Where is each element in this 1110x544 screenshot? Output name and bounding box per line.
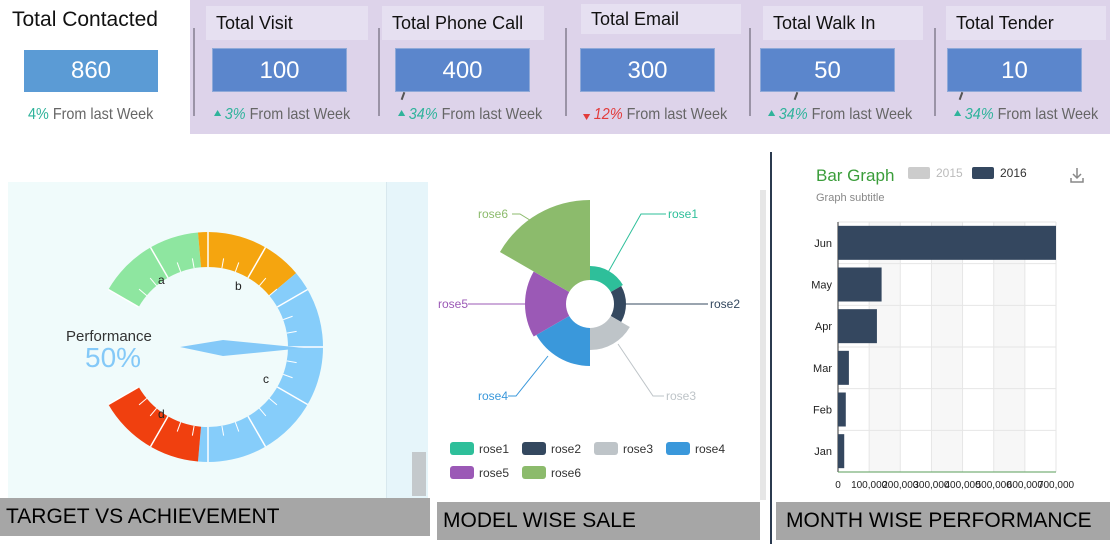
total-email-title: Total Email	[581, 4, 741, 34]
arrow-down-icon	[583, 114, 591, 120]
rose-legend-swatch-rose5[interactable]	[450, 466, 474, 479]
change-text: From last Week	[997, 106, 1099, 123]
total-tender-title: Total Tender	[946, 6, 1106, 40]
change-text: From last Week	[626, 106, 728, 123]
x-tick-label: 700,000	[1038, 480, 1075, 491]
change-percent: 34%	[964, 106, 994, 123]
download-icon[interactable]	[1070, 168, 1084, 183]
kpi-divider	[565, 28, 567, 116]
total-contacted-value: 860	[24, 50, 158, 92]
bar-caption: MONTH WISE PERFORMANCE	[776, 502, 1110, 540]
rose-legend-label-rose3[interactable]: rose3	[623, 442, 653, 456]
total-email-value: 300	[580, 48, 715, 92]
dashboard: Total Contacted 860 4% From last Week To…	[0, 0, 1110, 544]
rose-legend-label-rose5[interactable]: rose5	[479, 466, 509, 480]
total-phone-call-value: 400	[395, 48, 530, 92]
bar-may[interactable]	[838, 267, 882, 302]
rose-legend-swatch-rose6[interactable]	[522, 466, 546, 479]
total-tender-change: 34% From last Week	[954, 106, 1098, 124]
change-text: From last Week	[249, 106, 351, 123]
bar-mar[interactable]	[838, 350, 849, 385]
rose-wedge-rose3	[590, 316, 630, 350]
kpi-divider	[378, 28, 380, 116]
rose-legend-label-rose4[interactable]: rose4	[695, 442, 725, 456]
rose-caption: MODEL WISE SALE	[437, 502, 760, 540]
gauge-label-a: a	[158, 273, 165, 287]
bar-chart-title: Bar Graph	[816, 166, 894, 185]
kpi-divider	[193, 28, 195, 116]
gauge-label-b: b	[235, 279, 242, 293]
y-tick-label: Apr	[815, 321, 832, 333]
rose-legend-swatch-rose4[interactable]	[666, 442, 690, 455]
bar-jun[interactable]	[838, 225, 1056, 260]
rose-label-rose4: rose4	[478, 389, 508, 403]
y-tick-label: Mar	[813, 363, 832, 375]
legend-label-2016[interactable]: 2016	[1000, 166, 1027, 180]
total-phone-call-change: 34% From last Week	[398, 106, 542, 124]
bar-chart: Bar Graph Graph subtitle 2015 2016 0 100,…	[811, 166, 1084, 491]
y-tick-label: May	[811, 280, 832, 292]
rose-label-rose6: rose6	[478, 207, 508, 221]
rose-chart: rose1 rose2 rose3 rose4 rose5 rose6 rose…	[438, 200, 740, 480]
change-percent: 34%	[778, 106, 808, 123]
change-percent: 4%	[28, 106, 49, 123]
rose-legend-swatch-rose2[interactable]	[522, 442, 546, 455]
gauge-label-c: c	[263, 372, 269, 386]
y-tick-label: Jun	[814, 238, 832, 250]
rose-legend-label-rose1[interactable]: rose1	[479, 442, 509, 456]
total-contacted-title: Total Contacted	[0, 0, 186, 42]
change-text: From last Week	[52, 106, 154, 123]
performance-gauge: Performance 50% a b c d	[66, 232, 323, 462]
total-email-change: 12% From last Week	[583, 106, 727, 124]
gauge-caption: TARGET VS ACHIEVEMENT	[0, 498, 430, 536]
gauge-segment-d	[108, 387, 202, 462]
rose-label-rose5: rose5	[438, 297, 468, 311]
total-walk-in-title: Total Walk In	[763, 6, 923, 40]
rose-label-rose3: rose3	[666, 389, 696, 403]
change-text: From last Week	[441, 106, 543, 123]
rose-legend-label-rose2[interactable]: rose2	[551, 442, 581, 456]
legend-swatch-2015[interactable]	[908, 167, 930, 179]
kpi-divider	[749, 28, 751, 116]
change-percent: 12%	[593, 106, 623, 123]
rose-legend-label-rose6[interactable]: rose6	[551, 466, 581, 480]
arrow-up-icon	[954, 110, 962, 116]
y-tick-label: Jan	[814, 446, 832, 458]
arrow-up-icon	[398, 110, 406, 116]
arrow-up-icon	[214, 110, 222, 116]
gauge-pointer	[180, 340, 304, 356]
change-text: From last Week	[811, 106, 913, 123]
total-phone-call-title: Total Phone Call	[382, 6, 544, 40]
x-tick-label: 0	[835, 480, 841, 491]
total-walk-in-value: 50	[760, 48, 895, 92]
rose-wedge-rose2	[610, 286, 626, 322]
panel-divider	[770, 152, 772, 544]
total-walk-in-change: 34% From last Week	[768, 106, 912, 124]
change-percent: 34%	[408, 106, 438, 123]
bar-jan[interactable]	[838, 434, 845, 469]
gauge-segment-c	[197, 273, 323, 462]
rose-label-rose2: rose2	[710, 297, 740, 311]
rose-legend-swatch-rose1[interactable]	[450, 442, 474, 455]
total-contacted-change: 4% From last Week	[28, 106, 153, 124]
rose-label-rose1: rose1	[668, 207, 698, 221]
kpi-divider	[934, 28, 936, 116]
bar-chart-subtitle: Graph subtitle	[816, 192, 884, 204]
total-visit-value: 100	[212, 48, 347, 92]
legend-swatch-2016[interactable]	[972, 167, 994, 179]
arrow-up-icon	[768, 110, 776, 116]
total-tender-value: 10	[947, 48, 1082, 92]
gauge-segment-a	[108, 232, 202, 307]
total-visit-title: Total Visit	[206, 6, 368, 40]
bar-apr[interactable]	[838, 309, 877, 344]
legend-label-2015[interactable]: 2015	[936, 166, 963, 180]
y-tick-label: Feb	[813, 405, 832, 417]
bar-feb[interactable]	[838, 392, 846, 427]
gauge-value: 50%	[85, 342, 141, 373]
gauge-label-d: d	[158, 407, 165, 421]
total-visit-change: 3% From last Week	[214, 106, 350, 124]
change-percent: 3%	[224, 106, 246, 123]
rose-legend-swatch-rose3[interactable]	[594, 442, 618, 455]
